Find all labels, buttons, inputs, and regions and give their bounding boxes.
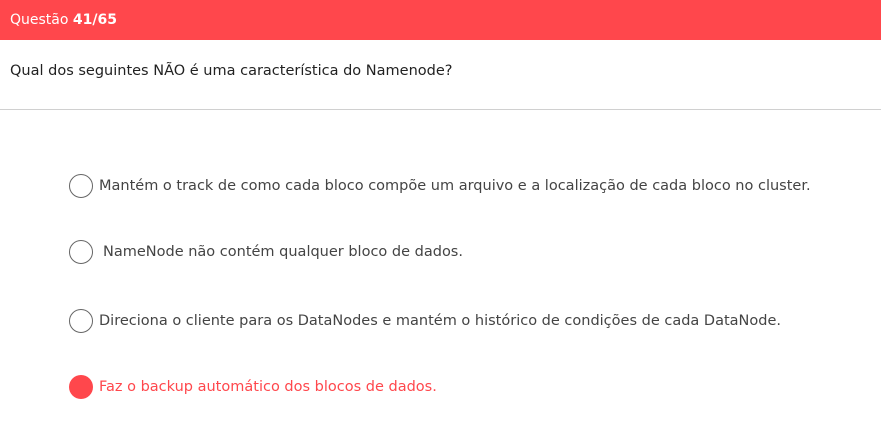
- radio-button[interactable]: [69, 309, 93, 333]
- question-text: Qual dos seguintes NÃO é uma característ…: [10, 63, 453, 79]
- question-counter: 41/65: [72, 12, 117, 28]
- answer-option-label: NameNode não contém qualquer bloco de da…: [103, 244, 463, 260]
- question-area: Qual dos seguintes NÃO é uma característ…: [0, 40, 881, 110]
- question-label: Questão: [10, 12, 69, 28]
- answer-option-4[interactable]: Faz o backup automático dos blocos de da…: [69, 374, 437, 400]
- radio-button[interactable]: [69, 240, 93, 264]
- radio-button-selected[interactable]: [69, 375, 93, 399]
- answer-option-label: Mantém o track de como cada bloco compõe…: [99, 178, 811, 194]
- answer-option-label: Direciona o cliente para os DataNodes e …: [99, 313, 781, 329]
- answer-option-label: Faz o backup automático dos blocos de da…: [99, 379, 437, 395]
- answer-option-2[interactable]: NameNode não contém qualquer bloco de da…: [69, 239, 463, 265]
- answer-option-3[interactable]: Direciona o cliente para os DataNodes e …: [69, 308, 781, 334]
- answer-option-1[interactable]: Mantém o track de como cada bloco compõe…: [69, 173, 811, 199]
- question-header: Questão 41/65: [0, 0, 881, 40]
- radio-button[interactable]: [69, 174, 93, 198]
